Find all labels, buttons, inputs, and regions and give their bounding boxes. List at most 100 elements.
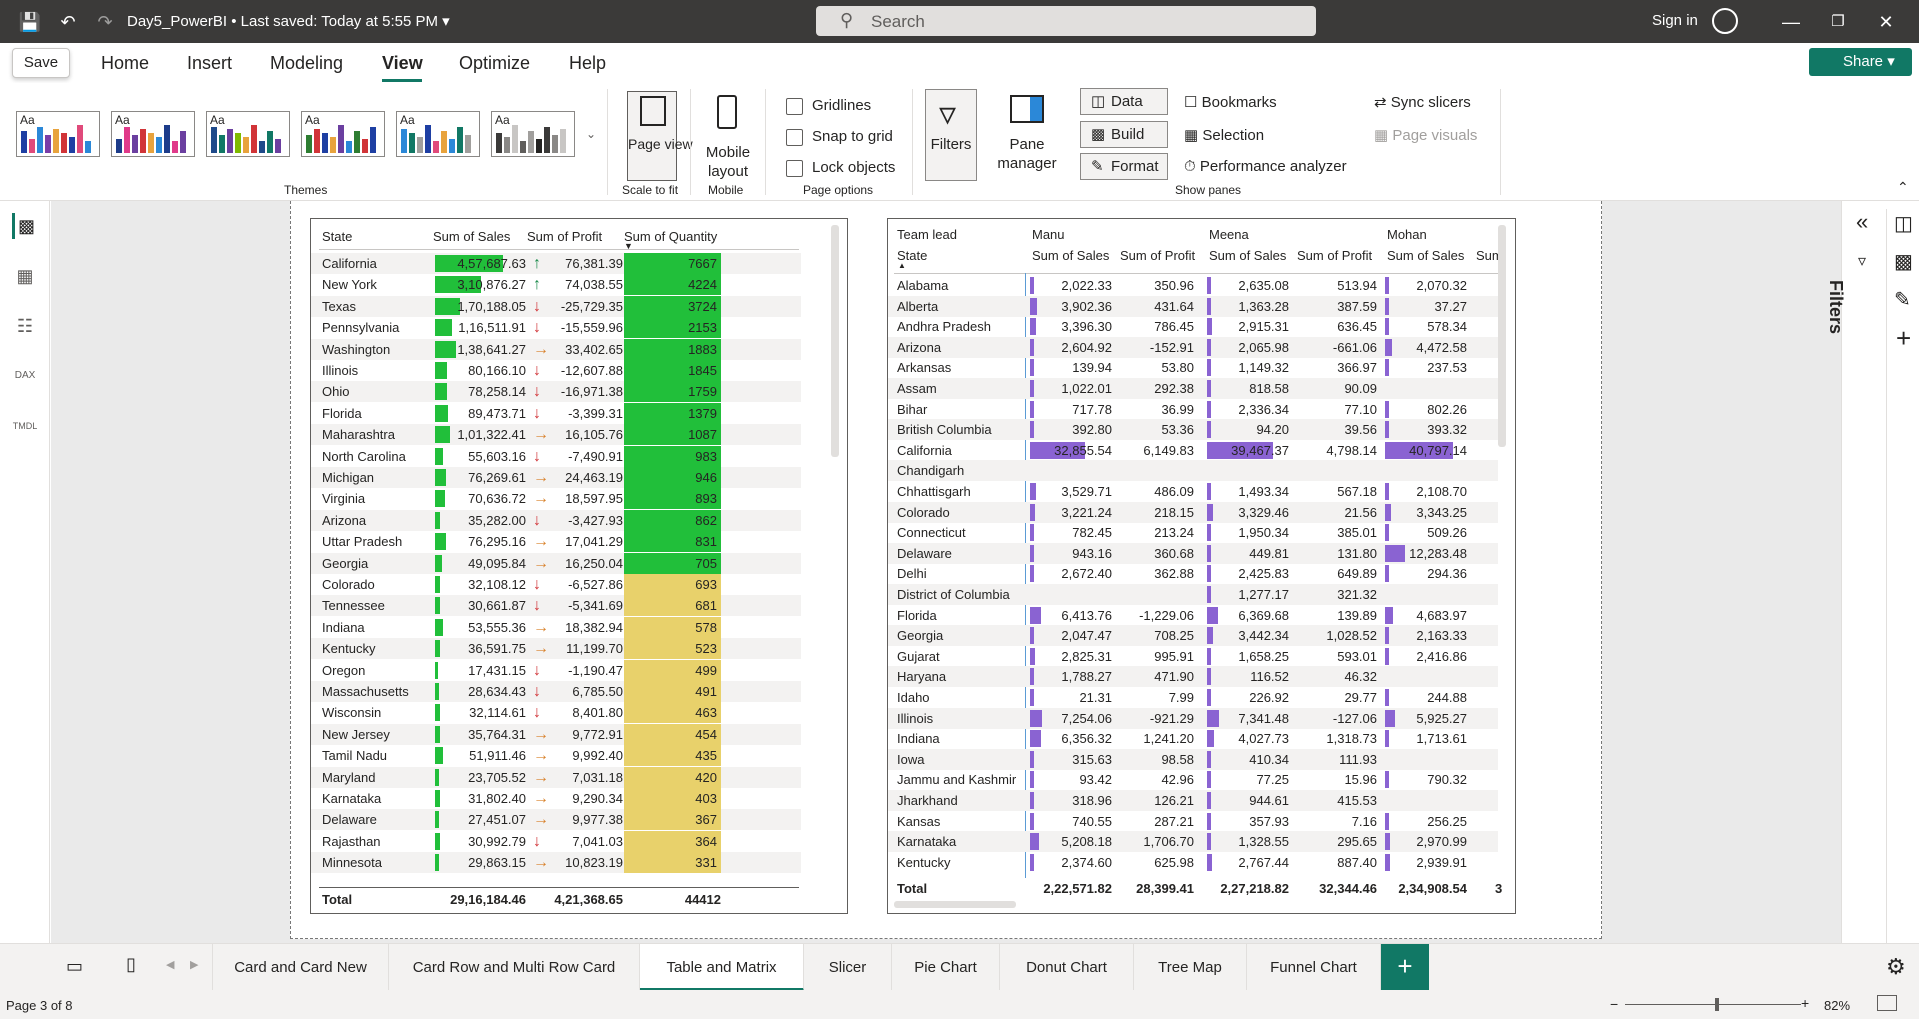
- bookmarks-button[interactable]: ☐ Bookmarks: [1184, 93, 1277, 111]
- zoom-out-icon[interactable]: −: [1610, 996, 1618, 1012]
- page-tab[interactable]: Funnel Chart: [1247, 944, 1381, 991]
- theme-swatch[interactable]: Aa: [396, 111, 480, 157]
- vertical-scrollbar[interactable]: [1498, 225, 1506, 447]
- col-header-profit[interactable]: Sum of Profit: [527, 229, 602, 244]
- matrix-row[interactable]: Bihar 717.78 36.99 2,336.34 77.10 802.26: [888, 399, 1498, 420]
- page-tab[interactable]: Card Row and Multi Row Card: [389, 944, 640, 991]
- undo-icon[interactable]: ↶: [55, 9, 81, 35]
- mobile-layout-button[interactable]: Mobile layout: [702, 91, 754, 181]
- table-row[interactable]: Wisconsin 32,114.61 ↓ 8,401.80 463: [311, 702, 801, 724]
- matrix-row[interactable]: Colorado 3,221.24 218.15 3,329.46 21.56 3,343…: [888, 501, 1498, 523]
- table-row[interactable]: Maryland 23,705.52 → 7,031.18 420: [311, 766, 801, 788]
- table-row[interactable]: Tennessee 30,661.87 ↓ -5,341.69 681: [311, 595, 801, 617]
- zoom-slider[interactable]: [1625, 1004, 1801, 1005]
- sync-slicers-button[interactable]: ⇄ Sync slicers: [1374, 93, 1471, 111]
- matrix-row[interactable]: District of Columbia 1,277.17 321.32: [888, 584, 1498, 605]
- restore-icon[interactable]: ❐: [1825, 9, 1851, 35]
- theme-swatch[interactable]: Aa: [206, 111, 290, 157]
- redo-icon[interactable]: ↷: [92, 9, 118, 35]
- theme-swatch[interactable]: Aa: [16, 111, 100, 157]
- report-view-icon[interactable]: ▩: [12, 213, 38, 239]
- matrix-row[interactable]: Delhi 2,672.40 362.88 2,425.83 649.89 294.36: [888, 563, 1498, 584]
- filter-funnel-icon[interactable]: ▿: [1858, 251, 1866, 271]
- zoom-slider-thumb[interactable]: [1715, 998, 1719, 1011]
- matrix-row[interactable]: Jammu and Kashmir 93.42 42.96 77.25 15.96 790…: [888, 769, 1498, 790]
- col-header-sales[interactable]: Sum of Sales: [433, 229, 510, 244]
- format-pane-button[interactable]: ✎ Format: [1080, 153, 1168, 180]
- matrix-row[interactable]: Florida 6,413.76 -1,229.06 6,369.68 139.89 4,…: [888, 605, 1498, 626]
- search-box[interactable]: ⚲ Search: [816, 6, 1316, 36]
- add-page-button[interactable]: +: [1381, 944, 1429, 991]
- sign-in-link[interactable]: Sign in: [1652, 12, 1698, 29]
- collapse-ribbon-icon[interactable]: ⌃: [1897, 179, 1909, 196]
- table-row[interactable]: North Carolina 55,603.16 ↓ -7,490.91 983: [311, 445, 801, 467]
- fit-to-page-icon[interactable]: [1877, 995, 1897, 1011]
- page-tab[interactable]: Tree Map: [1134, 944, 1247, 991]
- matrix-row[interactable]: Karnataka 5,208.18 1,706.70 1,328.55 295.65 2…: [888, 831, 1498, 853]
- model-view-icon[interactable]: ☷: [12, 313, 38, 339]
- matrix-row[interactable]: British Columbia 392.80 53.36 94.20 39.56 393…: [888, 419, 1498, 441]
- vertical-scrollbar[interactable]: [831, 225, 839, 457]
- table-row[interactable]: Uttar Pradesh 76,295.16 → 17,041.29 831: [311, 531, 801, 553]
- table-row[interactable]: Maharashtra 1,01,322.41 → 16,105.76 1087: [311, 424, 801, 446]
- theme-swatch[interactable]: Aa: [301, 111, 385, 157]
- dax-query-icon[interactable]: DAX: [12, 363, 38, 389]
- add-pane-icon[interactable]: +: [1896, 323, 1911, 354]
- matrix-row[interactable]: California 32,855.54 6,149.83 39,467.37 4,79…: [888, 440, 1498, 461]
- table-row[interactable]: Karnataka 31,802.40 → 9,290.34 403: [311, 788, 801, 809]
- desktop-layout-icon[interactable]: ▭: [66, 956, 83, 977]
- matrix-visual[interactable]: Team lead State ▲ Manu Meena Mohan Sum o…: [887, 218, 1516, 914]
- data-pane-icon[interactable]: ◫: [1894, 211, 1913, 236]
- settings-gear-icon[interactable]: ⚙: [1886, 954, 1906, 980]
- selection-button[interactable]: ▦ Selection: [1184, 126, 1264, 144]
- minimize-icon[interactable]: —: [1778, 9, 1804, 35]
- tmdl-view-icon[interactable]: TMDL: [12, 413, 38, 439]
- table-row[interactable]: Indiana 53,555.36 → 18,382.94 578: [311, 616, 801, 638]
- table-row[interactable]: Rajasthan 30,992.79 ↓ 7,041.03 364: [311, 830, 801, 852]
- page-tab[interactable]: Pie Chart: [892, 944, 1000, 991]
- build-pane-button[interactable]: ▩ Build: [1080, 121, 1168, 148]
- table-row[interactable]: Tamil Nadu 51,911.46 → 9,992.40 435: [311, 745, 801, 767]
- gridlines-checkbox[interactable]: Gridlines: [786, 97, 871, 115]
- matrix-row[interactable]: Kansas 740.55 287.21 357.93 7.16 256.25: [888, 811, 1498, 832]
- table-row[interactable]: Massachusetts 28,634.43 ↓ 6,785.50 491: [311, 681, 801, 702]
- table-row[interactable]: Minnesota 29,863.15 → 10,823.19 331: [311, 852, 801, 874]
- filters-button[interactable]: ▿ Filters: [925, 89, 977, 181]
- table-row[interactable]: Illinois 80,166.10 ↓ -12,607.88 1845: [311, 360, 801, 381]
- matrix-row[interactable]: Chandigarh: [888, 460, 1498, 482]
- document-title[interactable]: Day5_PowerBI • Last saved: Today at 5:55…: [127, 12, 450, 30]
- matrix-row[interactable]: Haryana 1,788.27 471.90 116.52 46.32: [888, 666, 1498, 688]
- scroll-left-icon[interactable]: ◀: [166, 958, 174, 971]
- page-tab[interactable]: Slicer: [804, 944, 892, 991]
- col-header-quantity[interactable]: Sum of Quantity: [624, 229, 717, 244]
- expand-pane-icon[interactable]: «: [1856, 209, 1868, 235]
- avatar-icon[interactable]: [1712, 8, 1738, 34]
- theme-swatch[interactable]: Aa: [491, 111, 575, 157]
- table-row[interactable]: New Jersey 35,764.31 → 9,772.91 454: [311, 723, 801, 745]
- matrix-row[interactable]: Andhra Pradesh 3,396.30 786.45 2,915.31 636.…: [888, 316, 1498, 337]
- table-row[interactable]: Michigan 76,269.61 → 24,463.19 946: [311, 467, 801, 488]
- scroll-right-icon[interactable]: ▶: [190, 958, 198, 971]
- table-row[interactable]: Washington 1,38,641.27 → 33,402.65 1883: [311, 338, 801, 360]
- themes-more-icon[interactable]: ⌄: [582, 111, 600, 157]
- table-row[interactable]: Georgia 49,095.84 → 16,250.04 705: [311, 552, 801, 574]
- table-row[interactable]: Arizona 35,282.00 ↓ -3,427.93 862: [311, 509, 801, 531]
- table-row[interactable]: New York 3,10,876.27 ↑ 74,038.55 4224: [311, 274, 801, 296]
- col-header-state[interactable]: State: [322, 229, 352, 244]
- tab-modeling[interactable]: Modeling: [270, 53, 343, 74]
- filters-pane-label[interactable]: Filters: [1825, 280, 1846, 334]
- data-pane-button[interactable]: ◫ Data: [1080, 88, 1168, 115]
- theme-swatch[interactable]: Aa: [111, 111, 195, 157]
- mobile-layout-icon[interactable]: ▯: [126, 954, 136, 975]
- table-row[interactable]: Colorado 32,108.12 ↓ -6,527.86 693: [311, 574, 801, 595]
- page-tab[interactable]: Card and Card New: [212, 944, 389, 991]
- matrix-row[interactable]: Alberta 3,902.36 431.64 1,363.28 387.59 37.27: [888, 295, 1498, 317]
- save-tooltip-button[interactable]: Save: [12, 48, 70, 78]
- build-pane-icon[interactable]: ▩: [1894, 249, 1913, 274]
- snap-to-grid-checkbox[interactable]: Snap to grid: [786, 128, 893, 146]
- table-row[interactable]: Ohio 78,258.14 ↓ -16,971.38 1759: [311, 381, 801, 403]
- matrix-row[interactable]: Iowa 315.63 98.58 410.34 111.93: [888, 748, 1498, 770]
- close-icon[interactable]: ✕: [1873, 9, 1899, 35]
- matrix-row[interactable]: Indiana 6,356.32 1,241.20 4,027.73 1,318.73 1…: [888, 728, 1498, 749]
- save-icon[interactable]: 💾: [17, 9, 43, 35]
